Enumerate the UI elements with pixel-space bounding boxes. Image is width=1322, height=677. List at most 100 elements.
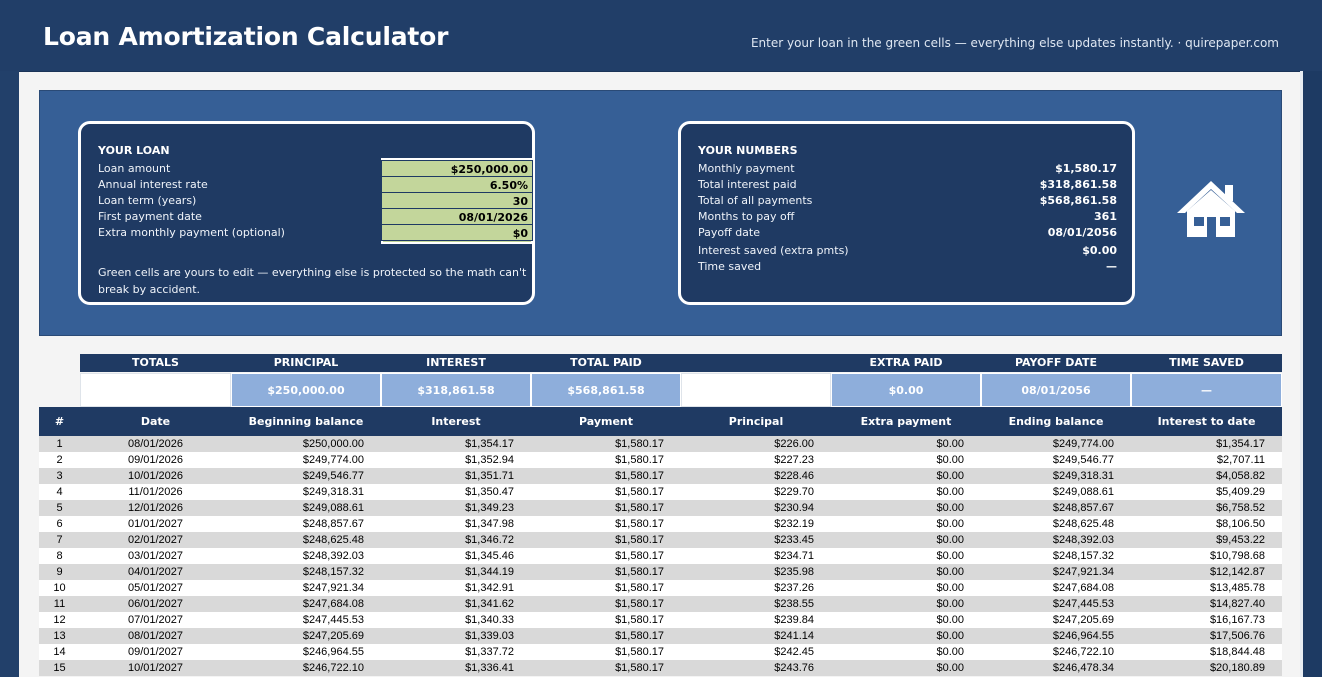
cell-ending-balance: $246,722.10 [1052,646,1114,658]
cell-interest-to-date: $14,827.40 [1209,598,1265,610]
cell-row-number: 7 [56,534,63,546]
cell-interest: $1,352.94 [465,454,514,466]
interest-rate-label: Annual interest rate [98,178,208,191]
totals-blank-cell [80,373,231,407]
cell-interest: $1,351.71 [465,470,514,482]
cell-interest-to-date: $2,707.11 [1216,454,1265,466]
cell-payment: $1,580.17 [615,486,664,498]
table-row: 3 10/01/2026 $249,546.77 $1,351.71 $1,580.17… [39,468,1282,484]
cell-beginning-balance: $248,625.48 [302,534,364,546]
monthly-payment-value: $1,580.17 [1055,162,1117,175]
first-payment-date-input[interactable]: 08/01/2026 [381,208,533,225]
table-row: 13 08/01/2027 $247,205.69 $1,339.03 $1,580.1… [39,628,1282,644]
cell-extra-payment: $0.00 [936,502,964,514]
cell-extra-payment: $0.00 [936,550,964,562]
cell-extra-payment: $0.00 [936,646,964,658]
table-row: 1 08/01/2026 $250,000.00 $1,354.17 $1,580.17… [39,436,1282,452]
loan-input-card: YOUR LOAN Loan amount Annual interest ra… [78,121,535,305]
cell-extra-payment: $0.00 [936,438,964,450]
interest-heading: INTEREST [381,354,531,372]
cell-beginning-balance: $249,318.31 [302,486,364,498]
cell-ending-balance: $246,478.34 [1052,662,1114,674]
cell-extra-payment: $0.00 [936,486,964,498]
cell-extra-payment: $0.00 [936,630,964,642]
cell-payment: $1,580.17 [615,470,664,482]
cell-row-number: 2 [56,454,63,466]
cell-date: 06/01/2027 [127,598,184,610]
col-header-interest: Interest [431,415,481,428]
cell-date: 03/01/2027 [127,550,184,562]
cell-principal: $243.76 [774,662,814,674]
cell-beginning-balance: $246,722.10 [302,662,364,674]
cell-row-number: 5 [56,502,63,514]
table-row: 4 11/01/2026 $249,318.31 $1,350.47 $1,580.17… [39,484,1282,500]
cell-interest-to-date: $20,180.89 [1209,662,1265,674]
interest-saved-value: $0.00 [1082,244,1117,257]
total-principal-value: $250,000.00 [231,373,381,407]
table-header-row: # Date Beginning balance Interest Paymen… [39,407,1282,436]
cell-date: 05/01/2027 [127,582,184,594]
table-row: 9 04/01/2027 $248,157.32 $1,344.19 $1,580.17… [39,564,1282,580]
interest-saved-label: Interest saved (extra pmts) [698,244,849,257]
cell-interest: $1,340.33 [465,614,514,626]
months-to-pay-off-value: 361 [1094,210,1117,223]
cell-interest-to-date: $8,106.50 [1216,518,1265,530]
cell-payment: $1,580.17 [615,438,664,450]
cell-interest-to-date: $16,167.73 [1209,614,1265,626]
table-row: 8 03/01/2027 $248,392.03 $1,345.46 $1,580.17… [39,548,1282,564]
cell-beginning-balance: $247,921.34 [302,582,364,594]
cell-principal: $241.14 [774,630,814,642]
principal-heading: PRINCIPAL [231,354,381,372]
cell-extra-payment: $0.00 [936,470,964,482]
cell-extra-payment: $0.00 [936,662,964,674]
cell-principal: $229.70 [774,486,814,498]
extra-payment-label: Extra monthly payment (optional) [98,226,285,239]
cell-date: 01/01/2027 [127,518,184,530]
cell-payment: $1,580.17 [615,646,664,658]
cell-interest-to-date: $6,758.52 [1216,502,1265,514]
cell-row-number: 9 [56,566,63,578]
cell-interest-to-date: $17,506.76 [1209,630,1265,642]
cell-principal: $233.45 [774,534,814,546]
cell-interest: $1,354.17 [465,438,514,450]
total-interest-label: Total interest paid [698,178,797,191]
cell-date: 10/01/2026 [127,470,184,482]
page-title: Loan Amortization Calculator [43,22,449,51]
cell-interest: $1,342.91 [465,582,514,594]
cell-payment: $1,580.17 [615,566,664,578]
cell-ending-balance: $248,157.32 [1052,550,1114,562]
cell-interest: $1,350.47 [465,486,514,498]
cell-payment: $1,580.17 [615,614,664,626]
extra-payment-input[interactable]: $0 [381,224,533,241]
table-row: 15 10/01/2027 $246,722.10 $1,336.41 $1,580.1… [39,660,1282,676]
cell-interest-to-date: $4,058.82 [1216,470,1265,482]
cell-row-number: 12 [53,614,66,626]
cell-extra-payment: $0.00 [936,518,964,530]
cell-ending-balance: $248,625.48 [1052,518,1114,530]
interest-rate-input[interactable]: 6.50% [381,176,533,193]
cell-principal: $227.23 [774,454,814,466]
cell-beginning-balance: $246,964.55 [302,646,364,658]
cell-interest-to-date: $1,354.17 [1216,438,1265,450]
cell-beginning-balance: $249,774.00 [302,454,364,466]
cell-row-number: 14 [53,646,66,658]
loan-term-input[interactable]: 30 [381,192,533,209]
cell-row-number: 8 [56,550,63,562]
cell-interest-to-date: $5,409.29 [1216,486,1265,498]
cell-beginning-balance: $248,157.32 [302,566,364,578]
loan-amount-input[interactable]: $250,000.00 [381,160,533,177]
cell-extra-payment: $0.00 [936,566,964,578]
house-icon [1177,181,1245,237]
table-row: 5 12/01/2026 $249,088.61 $1,349.23 $1,580.17… [39,500,1282,516]
cell-principal: $228.46 [774,470,814,482]
cell-beginning-balance: $247,205.69 [302,630,364,642]
cell-payment: $1,580.17 [615,630,664,642]
col-header-ending-balance: Ending balance [1008,415,1104,428]
total-payments-label: Total of all payments [698,194,813,207]
cell-interest-to-date: $9,453.22 [1216,534,1265,546]
table-row: 7 02/01/2027 $248,625.48 $1,346.72 $1,580.17… [39,532,1282,548]
cell-ending-balance: $247,921.34 [1052,566,1114,578]
cell-row-number: 10 [53,582,66,594]
cell-ending-balance: $249,774.00 [1052,438,1114,450]
cell-interest: $1,345.46 [465,550,514,562]
